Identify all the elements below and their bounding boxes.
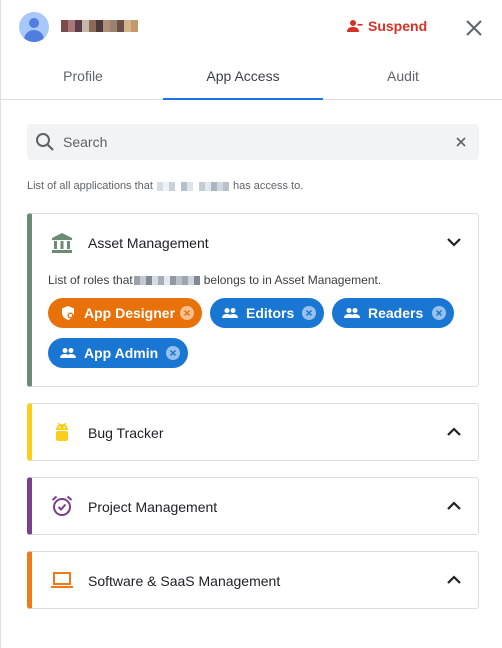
user-detail-panel: Suspend Profile App Access Audit List of… <box>0 0 502 648</box>
app-title: Asset Management <box>88 235 209 251</box>
app-card-software-saas-management[interactable]: Software & SaaS Management <box>27 551 479 609</box>
role-chip-app-designer[interactable]: App Designer <box>48 298 202 328</box>
tab-profile[interactable]: Profile <box>3 54 163 99</box>
role-chip-readers[interactable]: Readers <box>332 298 454 328</box>
alarm-icon <box>51 495 73 516</box>
laptop-icon <box>51 572 73 588</box>
search-icon <box>36 133 54 151</box>
app-title: Software & SaaS Management <box>88 573 281 589</box>
search-bar <box>27 124 479 160</box>
app-card-bug-tracker[interactable]: Bug Tracker <box>27 403 479 461</box>
panel-header: Suspend <box>1 0 502 54</box>
role-chip-label: App Admin <box>84 345 159 361</box>
role-chip-label: App Designer <box>84 305 176 321</box>
app-title: Project Management <box>88 499 218 515</box>
search-input[interactable] <box>63 130 443 154</box>
app-card-project-management[interactable]: Project Management <box>27 477 479 535</box>
redacted-user-name <box>133 275 200 285</box>
shield-icon <box>62 306 74 320</box>
redacted-user-name <box>61 20 138 32</box>
tab-app-access[interactable]: App Access <box>163 54 323 100</box>
remove-role-icon[interactable] <box>302 306 316 320</box>
avatar <box>19 12 49 42</box>
tab-bar: Profile App Access Audit <box>1 54 502 100</box>
role-chip-app-admin[interactable]: App Admin <box>48 338 188 368</box>
tab-audit[interactable]: Audit <box>323 54 483 99</box>
group-icon <box>222 308 238 318</box>
android-icon <box>56 422 68 441</box>
suspend-button[interactable]: Suspend <box>347 18 427 34</box>
person-remove-icon <box>347 20 363 32</box>
clear-search-icon[interactable] <box>454 135 468 149</box>
close-icon[interactable] <box>463 17 485 39</box>
roles-description: List of roles that belongs to in Asset M… <box>48 273 382 287</box>
redacted-user-name <box>156 181 229 191</box>
app-card-asset-management: Asset Management List of roles that belo… <box>27 213 479 387</box>
chevron-up-icon[interactable] <box>442 494 466 518</box>
chevron-up-icon[interactable] <box>442 568 466 592</box>
app-title: Bug Tracker <box>88 425 164 441</box>
chevron-up-icon[interactable] <box>442 420 466 444</box>
remove-role-icon[interactable] <box>432 306 446 320</box>
role-chip-editors[interactable]: Editors <box>210 298 324 328</box>
role-chip-label: Readers <box>368 305 424 321</box>
chevron-down-icon[interactable] <box>442 230 466 254</box>
applications-description: List of all applications that has access… <box>27 180 304 192</box>
remove-role-icon[interactable] <box>166 346 180 360</box>
suspend-label: Suspend <box>368 18 428 34</box>
remove-role-icon[interactable] <box>180 306 194 320</box>
bank-icon <box>52 233 72 253</box>
group-icon <box>344 308 360 318</box>
role-chip-label: Editors <box>246 305 295 321</box>
group-icon <box>60 348 76 358</box>
